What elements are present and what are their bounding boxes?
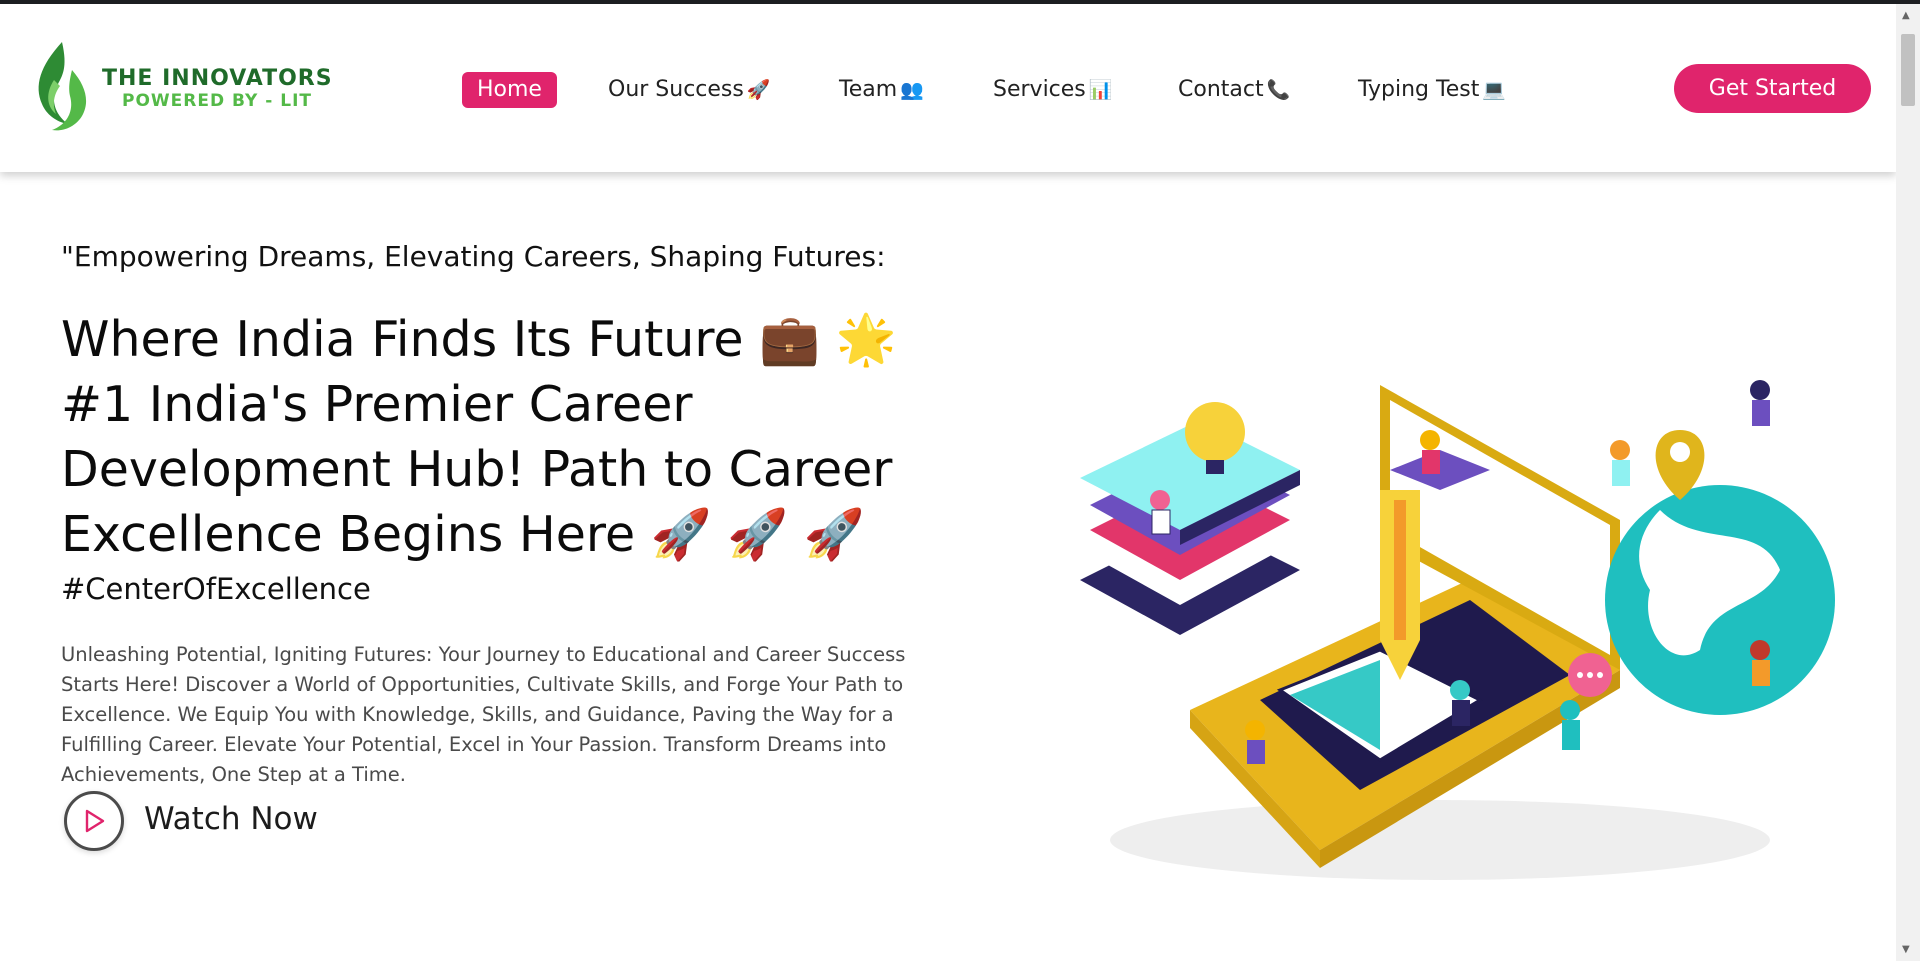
page-scrollbar[interactable]: ▲ ▼	[1896, 4, 1920, 961]
people-icon: 👥	[900, 79, 924, 101]
hero-description: Unleashing Potential, Igniting Futures: …	[61, 643, 906, 786]
nav-typing-test[interactable]: Typing Test 💻	[1358, 72, 1506, 108]
phone-icon: 📞	[1266, 79, 1291, 101]
brand-logo[interactable]: THE INNOVATORS POWERED BY - LIT	[28, 40, 332, 140]
hero-headline: Where India Finds Its Future 💼 🌟 #1 Indi…	[61, 311, 897, 563]
bar-chart-icon: 📊	[1088, 79, 1113, 101]
nav-contact[interactable]: Contact 📞	[1178, 72, 1290, 108]
flame-logo-icon	[38, 42, 87, 131]
hero-tagline: "Empowering Dreams, Elevating Careers, S…	[61, 240, 886, 273]
nav-home[interactable]: Home	[462, 72, 557, 108]
play-button-circle[interactable]	[64, 791, 124, 851]
scroll-up-arrow-icon[interactable]: ▲	[1902, 10, 1910, 21]
play-icon	[85, 809, 105, 833]
site-header: THE INNOVATORS POWERED BY - LIT Home Our…	[0, 4, 1896, 172]
nav-team-label: Team	[839, 77, 898, 102]
light-bulb	[1185, 402, 1245, 462]
scroll-down-arrow-icon[interactable]: ▼	[1902, 944, 1910, 955]
laptop-icon: 💻	[1482, 79, 1507, 101]
nav-our-success[interactable]: Our Success 🚀	[608, 72, 771, 108]
watch-now-label: Watch Now	[144, 801, 318, 837]
nav-contact-label: Contact	[1178, 77, 1264, 102]
get-started-button[interactable]: Get Started	[1674, 64, 1871, 113]
nav-home-label: Home	[477, 77, 542, 102]
career-education-illustration	[1080, 380, 1835, 880]
nav-our-success-label: Our Success	[608, 77, 744, 102]
brand-name: THE INNOVATORS	[102, 66, 333, 91]
rocket-icon: 🚀	[746, 79, 771, 101]
nav-team[interactable]: Team 👥	[839, 72, 924, 108]
scroll-thumb[interactable]	[1901, 34, 1915, 106]
hero-hashtag: #CenterOfExcellence	[61, 572, 371, 606]
brand-tagline: POWERED BY - LIT	[122, 91, 312, 111]
nav-services-label: Services	[993, 77, 1086, 102]
nav-services[interactable]: Services 📊	[993, 72, 1112, 108]
nav-typing-test-label: Typing Test	[1358, 77, 1480, 102]
books-stack	[1080, 420, 1300, 635]
